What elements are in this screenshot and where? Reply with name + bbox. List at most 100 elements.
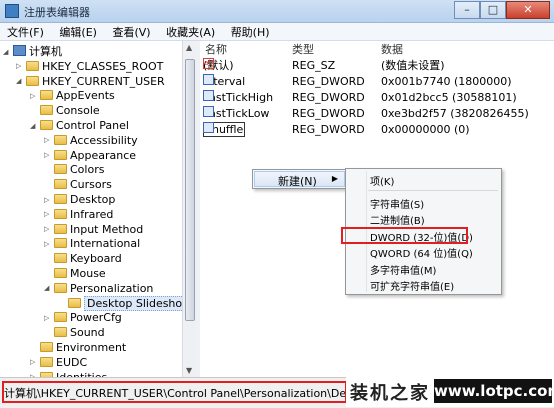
expand-arrow-icon[interactable]: ▷ (44, 222, 54, 237)
collapse-arrow-icon[interactable]: ◢ (30, 119, 40, 134)
folder-icon (54, 164, 67, 175)
submenu-item-expandable-string[interactable]: 可扩充字符串值(E) (370, 278, 454, 293)
expand-arrow-icon[interactable]: ▷ (44, 148, 54, 163)
expand-arrow-icon[interactable]: ▷ (44, 133, 54, 148)
value-row[interactable]: LastTickLow REG_DWORD 0xe3bd2f57 (38208264… (200, 106, 554, 121)
tree-node-label: Sound (70, 326, 105, 340)
close-button[interactable]: ✕ (506, 1, 550, 19)
tree-node[interactable]: ▷ PowerCfg (44, 310, 122, 325)
tree-node[interactable]: ▷Identities (30, 370, 107, 377)
tree-node[interactable]: ▷ Infrared (44, 207, 113, 222)
folder-icon (68, 297, 81, 308)
tree-scrollbar[interactable]: ▲ ▼ (182, 41, 197, 377)
menu-bar: 文件(F) 编辑(E) 查看(V) 收藏夹(A) 帮助(H) (0, 23, 554, 41)
tree-node[interactable]: Sound (44, 325, 105, 340)
tree-node[interactable]: Colors (44, 162, 104, 177)
tree-node[interactable]: Cursors (44, 177, 112, 192)
tree-node[interactable]: Console (30, 103, 100, 118)
collapse-arrow-icon[interactable]: ◢ (16, 74, 26, 89)
window-controls: – □ ✕ (454, 1, 550, 19)
tree-node[interactable]: ▷ Input Method (44, 222, 143, 237)
scroll-up-icon[interactable]: ▲ (186, 43, 192, 52)
menu-help[interactable]: 帮助(H) (224, 23, 275, 40)
value-name-cell: LastTickHigh (203, 90, 273, 105)
watermark-url: www.lotpc.com (434, 379, 554, 403)
tree-node[interactable]: ▷ International (44, 236, 140, 251)
tree-node[interactable]: ◢ 计算机 (3, 44, 62, 59)
context-menu: 新建(N) ▶ (252, 169, 347, 189)
submenu-item-qword[interactable]: QWORD (64 位)值(Q) (370, 245, 473, 260)
minimize-button[interactable]: – (454, 1, 480, 19)
tree-node[interactable]: Desktop Slideshow (58, 295, 182, 311)
folder-icon (54, 223, 67, 234)
expand-arrow-icon[interactable]: ▷ (16, 59, 26, 74)
tree-node[interactable]: ▷ HKEY_CLASSES_ROOT (16, 59, 163, 74)
column-header-type[interactable]: 类型 (292, 41, 314, 56)
column-header-name[interactable]: 名称 (205, 41, 227, 56)
title-bar: 注册表编辑器 – □ ✕ (0, 0, 554, 23)
binary-value-icon (203, 90, 214, 101)
tree-node-label: Cursors (70, 178, 112, 192)
value-data: (数值未设置) (381, 59, 445, 72)
submenu-item-string[interactable]: 字符串值(S) (370, 196, 424, 211)
expand-arrow-icon[interactable]: ▷ (30, 370, 40, 377)
maximize-button[interactable]: □ (480, 1, 506, 19)
column-header-data[interactable]: 数据 (381, 41, 403, 56)
folder-icon (40, 105, 53, 116)
binary-value-icon (203, 74, 214, 85)
value-row[interactable]: Shuffle REG_DWORD 0x00000000 (0) (200, 122, 554, 137)
dword-highlight-box (341, 227, 468, 244)
collapse-arrow-icon[interactable]: ◢ (3, 45, 13, 60)
tree-node-label: Desktop (70, 193, 116, 206)
tree-node[interactable]: ▷ Appearance (44, 148, 136, 163)
tree-node[interactable]: ▷ AppEvents (30, 88, 115, 103)
tree-node[interactable]: ▷ Accessibility (44, 133, 138, 148)
site-watermark: 装机之家 www.lotpc.com (346, 375, 554, 407)
expand-arrow-icon[interactable]: ▷ (30, 89, 40, 104)
tree-node[interactable]: ▷ Desktop (44, 192, 115, 207)
menu-edit[interactable]: 编辑(E) (52, 23, 102, 40)
context-menu-new[interactable]: 新建(N) ▶ (254, 171, 345, 188)
folder-icon (54, 134, 67, 145)
menu-view[interactable]: 查看(V) (105, 23, 155, 40)
submenu-item-multi-string[interactable]: 多字符串值(M) (370, 262, 436, 277)
tree-node-label: AppEvents (56, 89, 115, 103)
value-type: REG_DWORD (292, 91, 365, 104)
folder-icon (54, 179, 67, 190)
tree-node[interactable]: Keyboard (44, 251, 122, 266)
registry-tree[interactable]: ◢ 计算机 ▷ HKEY_CLASSES_ROOT ◢ HKEY_CURRENT_USER… (0, 41, 182, 377)
submenu-item-binary[interactable]: 二进制值(B) (370, 212, 425, 227)
tree-node[interactable]: Mouse (44, 266, 106, 281)
value-row[interactable]: ab (默认) REG_SZ (数值未设置) (200, 58, 554, 73)
tree-node-label: International (70, 237, 141, 251)
value-row[interactable]: Interval REG_DWORD 0x001b7740 (1800000) (200, 74, 554, 89)
value-type: REG_DWORD (292, 107, 365, 120)
folder-icon (40, 356, 53, 367)
menu-favorites[interactable]: 收藏夹(A) (159, 23, 220, 40)
tree-node-label: Appearance (70, 148, 137, 162)
expand-arrow-icon[interactable]: ▷ (44, 207, 54, 222)
scrollbar-thumb[interactable] (185, 59, 195, 321)
tree-node[interactable]: ◢ Control Panel (30, 118, 129, 133)
tree-node-label: Desktop Slideshow (84, 295, 182, 311)
collapse-arrow-icon[interactable]: ◢ (44, 281, 54, 296)
tree-node[interactable]: ▷ EUDC (30, 355, 87, 370)
tree-node[interactable]: ◢ Personalization (44, 281, 153, 296)
tree-node-label: Environment (56, 341, 127, 354)
expand-arrow-icon[interactable]: ▷ (30, 355, 40, 370)
computer-icon (13, 45, 26, 56)
scroll-down-icon[interactable]: ▼ (186, 366, 192, 375)
expand-arrow-icon[interactable]: ▷ (44, 237, 54, 252)
value-name-cell: LastTickLow (203, 106, 269, 121)
tree-node[interactable]: ◢ HKEY_CURRENT_USER (16, 74, 165, 89)
folder-icon (54, 327, 67, 338)
expand-arrow-icon[interactable]: ▷ (44, 311, 54, 326)
expand-arrow-icon[interactable]: ▷ (44, 193, 54, 208)
tree-node[interactable]: Environment (30, 340, 126, 355)
submenu-item-key[interactable]: 项(K) (370, 173, 394, 188)
value-row[interactable]: LastTickHigh REG_DWORD 0x01d2bcc5 (3058810… (200, 90, 554, 105)
menu-file[interactable]: 文件(F) (0, 23, 49, 40)
tree-node-label: PowerCfg (70, 311, 122, 325)
folder-icon (54, 268, 67, 278)
string-value-icon: ab (203, 58, 214, 69)
